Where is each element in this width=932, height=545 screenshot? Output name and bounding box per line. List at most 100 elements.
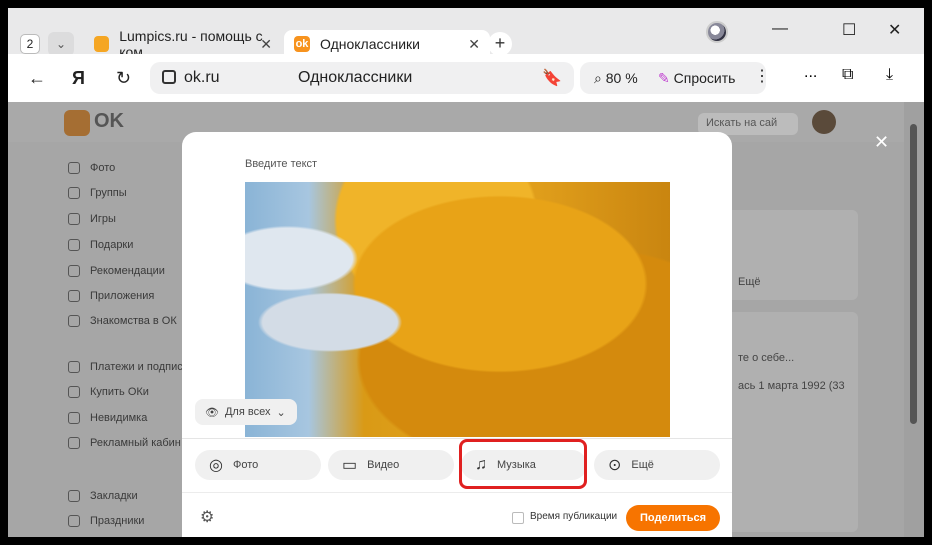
sidebar-label: Подарки [90,239,134,251]
close-icon[interactable]: ✕ [260,36,272,53]
sidebar-label: Платежи и подпис [90,361,183,373]
ok-favicon-icon: ok [294,36,310,52]
tab-strip: 2 ⌄ Lumpics.ru - помощь с ком ✕ ok Однок… [8,8,924,60]
lumpics-favicon-icon [94,36,110,52]
sidebar-label: Рекомендации [90,265,165,277]
add-video-button[interactable]: ▭ Видео [328,450,454,480]
sidebar-item-ads[interactable]: Рекламный кабин [68,437,181,449]
new-tab-button[interactable]: + [488,32,512,56]
ok-logo-text[interactable]: OK [94,110,124,133]
gear-icon[interactable]: ⚙ [200,507,214,527]
video-camera-icon: ▭ [342,457,358,474]
gamepad-icon [68,213,80,225]
address-toolbar: ← Я ↻ ok.ru Одноклассники 🔖 ⌕ 80 % ✎ Спр… [8,54,924,102]
modal-close-icon[interactable]: ✕ [874,132,889,153]
extensions-icon[interactable]: ⧉ [842,66,853,84]
scrollbar[interactable] [904,102,924,537]
about-input[interactable]: те о себе... [738,352,794,364]
close-icon[interactable]: ✕ [468,36,480,53]
sidebar-item-games[interactable]: Игры [68,213,116,225]
zoom-value: 80 % [605,70,638,86]
lock-icon [162,70,176,84]
maximize-icon[interactable]: ☐ [842,20,856,40]
reload-icon[interactable]: ↻ [116,68,131,89]
tab-label: Одноклассники [320,36,421,52]
bookmark-icon[interactable]: 🔖 [542,68,562,88]
scroll-thumb[interactable] [910,124,917,424]
more-menu[interactable]: ... [804,64,817,82]
eye-icon: 👁 [205,406,219,419]
address-bar[interactable]: ok.ru Одноклассники 🔖 [150,62,574,94]
back-arrow-icon[interactable]: ← [28,68,46,89]
sidebar-item-recommendations[interactable]: Рекомендации [68,265,165,277]
annotation-highlight [459,439,587,489]
ask-button[interactable]: ✎ Спросить [658,70,735,87]
apps-icon [68,290,80,302]
more-actions-button[interactable]: ⊙ Ещё [594,450,720,480]
sidebar-item-apps[interactable]: Приложения [68,290,154,302]
minimize-icon[interactable]: — [772,20,788,38]
gift-icon [68,239,80,251]
sidebar-item-dating[interactable]: Знакомства в ОК [68,315,177,327]
zoom-level[interactable]: ⌕ 80 % [594,70,638,87]
sidebar-item-photo[interactable]: Фото [68,162,115,174]
coin-icon [68,386,80,398]
post-composer-modal: Введите текст 👁 Для всех ⌄ ◎ Фото ▭ Видео … [182,132,732,537]
url-text: ok.ru [184,69,220,86]
sidebar-item-payments[interactable]: Платежи и подпис [68,361,183,373]
holiday-icon [68,515,80,527]
sidebar-label: Фото [90,162,116,174]
sidebar-item-holidays[interactable]: Праздники [68,515,144,527]
chevron-down-icon[interactable]: ⌄ [48,32,74,56]
tab-count-badge[interactable]: 2 [20,34,40,54]
invisible-icon [68,412,80,424]
photo-icon [68,162,80,174]
sidebar-label: Приложения [90,290,155,302]
more-link[interactable]: Ещё [738,276,761,288]
audience-label: Для всех [224,406,271,418]
page-content: OK Искать на сай Фото Группы Игры Подарк… [8,102,924,537]
schedule-checkbox[interactable] [512,512,524,524]
sidebar-item-invisible[interactable]: Невидимка [68,412,147,424]
chevron-down-icon: ⌄ [276,406,286,419]
ask-label: Спросить [673,70,736,86]
browser-window: 2 ⌄ Lumpics.ru - помощь с ком ✕ ok Однок… [8,8,924,537]
divider [182,438,732,439]
sidebar-label: Закладки [90,490,138,502]
attached-photo [245,182,670,437]
sidebar-item-buy-oki[interactable]: Купить ОКи [68,386,149,398]
zoom-and-ask-panel: ⌕ 80 % ✎ Спросить ⋮ [580,62,770,94]
page-title: Одноклассники [298,69,413,86]
sparkle-icon: ✎ [658,70,670,86]
sidebar-label: Рекламный кабин [90,437,181,449]
share-button[interactable]: Поделиться [626,505,720,531]
bookmark-icon [68,490,80,502]
kebab-menu-icon[interactable]: ⋮ [754,66,770,86]
sidebar-label: Невидимка [90,412,148,424]
groups-icon [68,187,80,199]
compass-icon [68,265,80,277]
sidebar-item-gifts[interactable]: Подарки [68,239,133,251]
user-avatar[interactable] [812,110,836,134]
sidebar-label: Группы [90,187,127,199]
sidebar-label: Знакомства в ОК [90,315,177,327]
ok-logo-icon[interactable] [64,110,90,136]
action-label: Видео [367,459,400,471]
audience-selector[interactable]: 👁 Для всех ⌄ [195,399,297,425]
ellipsis-circle-icon: ⊙ [608,457,622,474]
wallet-icon [68,361,80,373]
megaphone-icon [68,437,80,449]
profile-avatar-icon[interactable] [706,21,728,43]
add-photo-button[interactable]: ◎ Фото [195,450,321,480]
divider [182,492,732,493]
camera-icon: ◎ [209,457,223,474]
download-icon[interactable]: ⤓ [886,66,893,84]
sidebar-label: Игры [90,213,116,225]
window-close-icon[interactable]: ✕ [888,20,901,40]
birth-info: ась 1 марта 1992 (33 [738,380,845,392]
post-text-input[interactable]: Введите текст [245,158,317,170]
sidebar-item-groups[interactable]: Группы [68,187,127,199]
action-label: Ещё [631,459,654,471]
yandex-icon[interactable]: Я [72,68,85,89]
sidebar-item-bookmarks[interactable]: Закладки [68,490,138,502]
